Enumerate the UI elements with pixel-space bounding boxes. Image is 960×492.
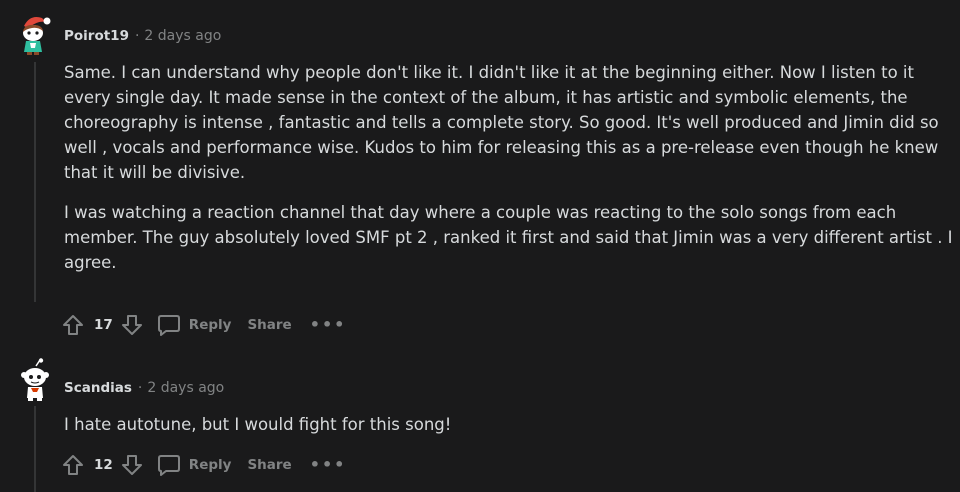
meta-separator: · (134, 28, 140, 44)
thread-line[interactable] (34, 62, 36, 302)
user-avatar[interactable] (16, 358, 54, 402)
comment-time[interactable]: 2 days ago (144, 28, 221, 44)
comment-paragraph: Same. I can understand why people don't … (64, 63, 939, 182)
share-button[interactable]: Share (247, 457, 291, 473)
reply-button[interactable]: Reply (157, 314, 232, 336)
comment-meta: Poirot19 · 2 days ago (64, 26, 221, 46)
upvote-icon[interactable] (60, 312, 86, 338)
downvote-icon[interactable] (119, 312, 145, 338)
comment-time[interactable]: 2 days ago (147, 380, 224, 396)
comment-actions: 17 Reply Share ••• (60, 312, 346, 338)
user-avatar[interactable] (16, 12, 54, 56)
comment-paragraph: I was watching a reaction channel that d… (64, 203, 953, 272)
comment-author[interactable]: Poirot19 (64, 28, 129, 44)
snoo-avatar-icon (23, 17, 51, 55)
comment-bubble-icon (157, 315, 180, 336)
snoo-avatar-icon (21, 358, 49, 401)
comment-thread: Poirot19 · 2 days ago Same. I can understa… (0, 0, 960, 492)
comment-author[interactable]: Scandias (64, 380, 132, 396)
more-options-button[interactable]: ••• (310, 457, 347, 473)
comment-paragraph: I hate autotune, but I would fight for t… (64, 415, 452, 434)
thread-line[interactable] (34, 406, 36, 492)
meta-separator: · (137, 380, 143, 396)
reply-label: Reply (188, 457, 232, 473)
upvote-icon[interactable] (60, 452, 86, 478)
share-button[interactable]: Share (247, 317, 291, 333)
comment-bubble-icon (157, 455, 180, 476)
reply-button[interactable]: Reply (157, 454, 232, 476)
more-options-button[interactable]: ••• (310, 317, 347, 333)
comment-meta: Scandias · 2 days ago (64, 378, 224, 398)
comment-body: I hate autotune, but I would fight for t… (64, 412, 954, 452)
downvote-icon[interactable] (119, 452, 145, 478)
comment-actions: 12 Reply Share ••• (60, 452, 346, 478)
vote-score: 12 (94, 457, 113, 473)
reply-label: Reply (188, 317, 232, 333)
vote-score: 17 (94, 317, 113, 333)
comment-body: Same. I can understand why people don't … (64, 60, 954, 290)
